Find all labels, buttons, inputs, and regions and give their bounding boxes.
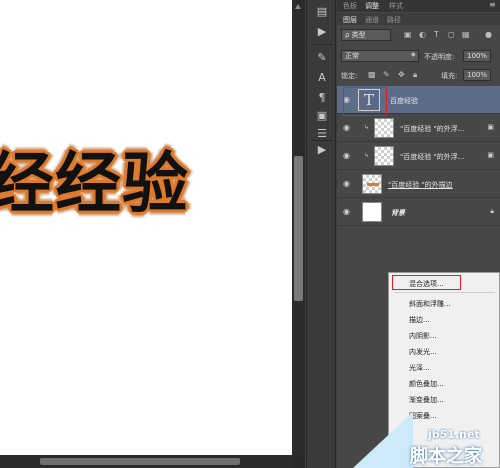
lock-image-icon[interactable]: ✎ [383, 70, 390, 79]
filter-smart-icon[interactable]: ▦ [462, 30, 470, 39]
menu-item-color-overlay[interactable]: 颜色叠加... [409, 379, 444, 389]
filter-type-icon[interactable]: T [434, 30, 439, 39]
play-icon[interactable]: ▶ [312, 142, 332, 158]
visibility-eye-icon[interactable]: ◉ [343, 151, 350, 160]
layer-name[interactable]: 百度经验 [390, 96, 418, 106]
smart-object-icon: ▣ [487, 123, 494, 131]
layer-thumbnail [362, 202, 382, 222]
chevron-down-icon: ◆ [411, 51, 416, 58]
layer-name[interactable]: "百度经验 "的外浮... [400, 152, 464, 162]
clip-arrow-icon: ↳ [364, 152, 370, 159]
menu-item-satin[interactable]: 光泽... [409, 363, 430, 373]
layer-row-background[interactable]: ◉ 背景 🔒︎ [337, 198, 500, 226]
layer-row-clipped-1[interactable]: ◉ ↳ "百度经验 "的外浮... ▣ [337, 114, 500, 142]
lock-label: 锁定: [341, 72, 358, 80]
panel-icon-strip: ▤ ▶ ✎ A ¶ ▣ ☰ ▶ [306, 0, 336, 468]
tab-channels[interactable]: 通道 [365, 15, 379, 25]
blend-mode-select[interactable]: 正常 [341, 50, 419, 62]
thumbnail-highlight-box [343, 87, 387, 116]
menu-item-pattern-overlay[interactable]: 图案叠... [409, 411, 437, 421]
layer-thumbnail [374, 146, 394, 166]
layer-name[interactable]: "百度经验 "的外描边 [388, 180, 453, 190]
opacity-label: 不透明度: [424, 53, 455, 61]
menu-item-bevel-emboss[interactable]: 斜面和浮雕... [409, 299, 451, 309]
filter-adjust-icon[interactable]: ◐ [419, 30, 426, 39]
tab-paths[interactable]: 路径 [387, 15, 401, 25]
sub-tab-bar: 图层 通道 路径 [337, 13, 500, 25]
fill-label: 填充: [441, 72, 458, 80]
layer-thumbnail [374, 118, 394, 138]
vertical-scrollbar[interactable] [292, 0, 305, 455]
lock-all-icon[interactable]: 🔒︎ [413, 70, 417, 80]
filter-toggle-icon[interactable]: ● [485, 30, 492, 39]
glyph-icon[interactable]: ▣ [312, 108, 332, 124]
visibility-eye-icon[interactable]: ◉ [343, 179, 350, 188]
actions-icon[interactable]: ▶ [312, 24, 332, 40]
layer-filter-select[interactable]: ρ 类型 [341, 29, 391, 41]
tab-adjustments[interactable]: 调整 [365, 1, 379, 11]
separator [311, 44, 333, 45]
top-tab-bar: 色板 调整 样式 ≡ [337, 0, 500, 12]
menu-item-inner-glow[interactable]: 内发光... [409, 347, 437, 357]
paragraph-icon[interactable]: ¶ [312, 90, 332, 106]
canvas-text-layer[interactable]: 经经验 [0, 130, 189, 226]
stroke-preview [367, 183, 379, 186]
separator [311, 140, 333, 141]
lock-position-icon[interactable]: ✥ [398, 70, 405, 79]
horizontal-scrollbar[interactable] [0, 455, 292, 468]
menu-item-gradient-overlay[interactable]: 渐变叠加... [409, 395, 444, 405]
scroll-up-icon[interactable] [295, 4, 301, 9]
tab-styles[interactable]: 样式 [389, 1, 403, 11]
horizontal-scroll-thumb[interactable] [40, 458, 240, 465]
clip-arrow-icon: ↳ [364, 124, 370, 131]
menu-separator [395, 292, 495, 293]
layer-name[interactable]: "百度经验 "的外浮... [400, 124, 464, 134]
document-canvas[interactable]: 经经验 [0, 0, 292, 455]
character-icon[interactable]: A [312, 70, 332, 86]
menu-item-highlight-box [392, 275, 461, 290]
lock-transparent-icon[interactable]: ▩ [368, 70, 376, 79]
tab-layers[interactable]: 图层 [343, 15, 357, 25]
layer-name[interactable]: 背景 [391, 208, 405, 218]
filter-pixel-icon[interactable]: ▣ [404, 30, 412, 39]
watermark-fold-graphic [353, 412, 413, 468]
document-canvas-area[interactable]: 经经验 [0, 0, 305, 468]
lock-icon: 🔒︎ [490, 207, 494, 215]
layer-row-clipped-2[interactable]: ◉ ↳ "百度经验 "的外浮... ▣ [337, 142, 500, 170]
panel-menu-icon[interactable]: ≡ [489, 0, 496, 9]
watermark-domain: jb51.net [428, 428, 480, 441]
vertical-scroll-thumb[interactable] [294, 156, 303, 301]
layer-thumbnail [362, 174, 382, 194]
layer-row-stroke[interactable]: ◉ "百度经验 "的外描边 [337, 170, 500, 198]
visibility-eye-icon[interactable]: ◉ [343, 123, 350, 132]
fill-input[interactable]: 100% [463, 69, 491, 81]
filter-shape-icon[interactable]: ◻ [448, 30, 455, 39]
opacity-input[interactable]: 100% [463, 50, 491, 62]
smart-object-icon: ▣ [487, 151, 494, 159]
menu-item-inner-shadow[interactable]: 内阴影... [409, 331, 437, 341]
menu-item-stroke[interactable]: 描边... [409, 315, 430, 325]
visibility-eye-icon[interactable]: ◉ [343, 207, 350, 216]
tab-swatches[interactable]: 色板 [343, 1, 357, 11]
history-icon[interactable]: ▤ [312, 4, 332, 20]
watermark-site-name: 脚本之家 [410, 446, 482, 467]
brush-icon[interactable]: ✎ [312, 50, 332, 66]
